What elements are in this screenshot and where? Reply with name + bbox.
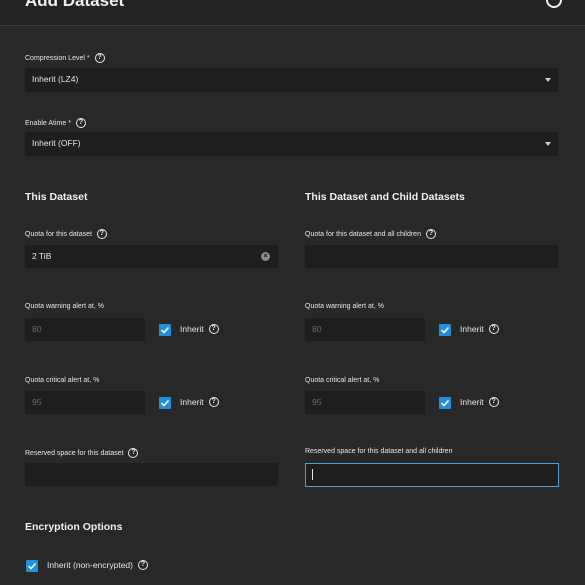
help-icon[interactable]: ? [488, 324, 499, 334]
check-icon [160, 326, 170, 334]
child-datasets-title: This Dataset and Child Datasets [305, 191, 465, 203]
critical-dataset-label: Quota critical alert at, % [25, 377, 100, 384]
dialog-title: Add Dataset [25, 0, 125, 10]
quota-dataset-input[interactable]: 2 TiB × [25, 245, 278, 268]
warning-dataset-label: Quota warning alert at, % [25, 303, 104, 310]
warning-dataset-inherit-label: Inherit ? [180, 324, 219, 334]
encryption-options-title: Encryption Options [25, 521, 123, 533]
compression-level-label-text: Compression Level * [25, 54, 90, 62]
warning-children-input[interactable]: 80 [305, 318, 425, 341]
encryption-inherit-checkbox[interactable] [26, 560, 38, 572]
inherit-text: Inherit [180, 397, 204, 407]
quota-children-label-text: Quota for this dataset and all children [305, 230, 421, 238]
dialog-header: Add Dataset [0, 0, 585, 26]
enable-atime-select[interactable]: Inherit (OFF) [25, 132, 558, 156]
critical-dataset-value: 95 [32, 397, 42, 407]
warning-children-inherit-label: Inherit ? [460, 324, 499, 334]
reserved-dataset-input[interactable] [25, 463, 278, 486]
warning-children-label: Quota warning alert at, % [305, 303, 384, 310]
warning-dataset-value: 80 [32, 324, 42, 334]
help-icon[interactable]: ? [138, 560, 148, 570]
text-cursor [312, 469, 313, 480]
help-icon[interactable]: ? [425, 229, 436, 239]
quota-dataset-value: 2 TiB [32, 251, 52, 261]
help-icon[interactable]: ? [96, 229, 107, 239]
close-icon[interactable] [546, 0, 562, 8]
quota-dataset-label: Quota for this dataset ? [25, 229, 107, 239]
check-icon [160, 399, 170, 407]
check-icon [440, 399, 450, 407]
critical-children-input[interactable]: 95 [305, 391, 425, 414]
enable-atime-value: Inherit (OFF) [32, 138, 81, 148]
quota-dataset-label-text: Quota for this dataset [25, 230, 92, 238]
reserved-dataset-label: Reserved space for this dataset ? [25, 448, 139, 458]
check-icon [440, 326, 450, 334]
reserved-children-input[interactable] [305, 463, 559, 487]
critical-dataset-input[interactable]: 95 [25, 391, 145, 414]
help-icon[interactable]: ? [94, 53, 105, 63]
inherit-text: Inherit [180, 324, 204, 334]
encryption-inherit-text: Inherit (non-encrypted) [47, 560, 133, 570]
quota-children-label: Quota for this dataset and all children … [305, 229, 436, 239]
warning-children-inherit-checkbox[interactable] [439, 324, 451, 336]
compression-level-label: Compression Level * ? [25, 53, 105, 63]
inherit-text: Inherit [460, 324, 484, 334]
help-icon[interactable]: ? [75, 118, 86, 128]
reserved-children-label: Reserved space for this dataset and all … [305, 448, 453, 455]
encryption-inherit-label: Inherit (non-encrypted) ? [47, 560, 148, 570]
warning-dataset-input[interactable]: 80 [25, 318, 145, 341]
critical-children-inherit-label: Inherit ? [460, 397, 499, 407]
critical-children-label: Quota critical alert at, % [305, 377, 380, 384]
warning-children-value: 80 [312, 324, 322, 334]
enable-atime-label-text: Enable Atime * [25, 119, 71, 127]
chevron-down-icon [545, 142, 551, 146]
critical-children-inherit-checkbox[interactable] [439, 397, 451, 409]
help-icon[interactable]: ? [208, 397, 219, 407]
quota-children-input[interactable] [305, 245, 558, 268]
warning-dataset-inherit-checkbox[interactable] [159, 324, 171, 336]
compression-level-value: Inherit (LZ4) [32, 74, 79, 84]
compression-level-select[interactable]: Inherit (LZ4) [25, 68, 558, 92]
inherit-text: Inherit [460, 397, 484, 407]
chevron-down-icon [545, 78, 551, 82]
enable-atime-label: Enable Atime * ? [25, 118, 86, 128]
help-icon[interactable]: ? [488, 397, 499, 407]
clear-icon[interactable]: × [261, 252, 270, 261]
help-icon[interactable]: ? [128, 448, 139, 458]
reserved-dataset-label-text: Reserved space for this dataset [25, 449, 124, 457]
check-icon [27, 562, 37, 570]
critical-children-value: 95 [312, 397, 322, 407]
critical-dataset-inherit-label: Inherit ? [180, 397, 219, 407]
critical-dataset-inherit-checkbox[interactable] [159, 397, 171, 409]
help-icon[interactable]: ? [208, 324, 219, 334]
this-dataset-title: This Dataset [25, 191, 88, 203]
